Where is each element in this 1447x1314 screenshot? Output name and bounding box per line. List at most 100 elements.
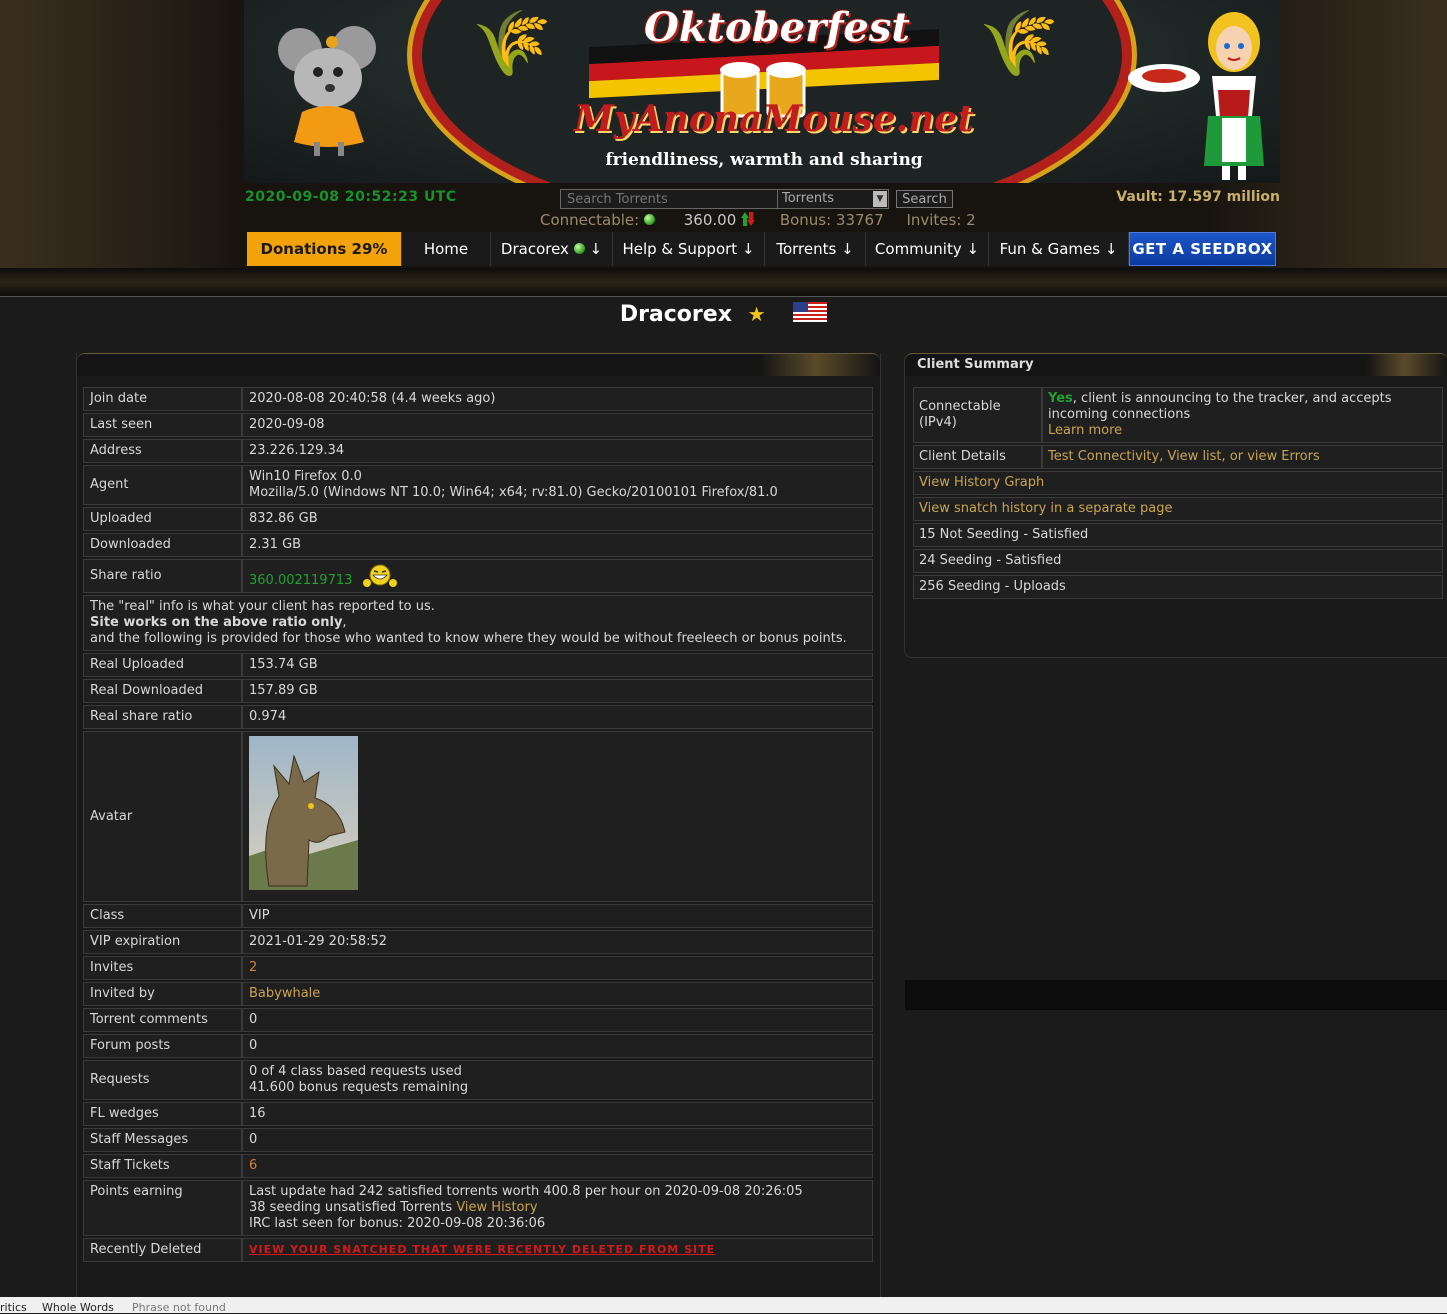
row-label: Points earning (83, 1180, 242, 1236)
real-info-note: The "real" info is what your client has … (83, 595, 873, 651)
snatch-history-link[interactable]: View snatch history in a separate page (919, 501, 1173, 516)
row-label: Join date (83, 387, 242, 411)
table-row: Torrent comments 0 (83, 1008, 873, 1032)
table-row: 15 Not Seeding - Satisfied (913, 523, 1443, 547)
search-input[interactable] (560, 189, 778, 209)
profile-username: Dracorex (619, 302, 732, 327)
server-clock: 2020-09-08 20:52:23 UTC (245, 189, 457, 205)
nav-fun-games[interactable]: Fun & Games ↓ (989, 232, 1129, 266)
row-label: Agent (83, 465, 242, 505)
table-row: The "real" info is what your client has … (83, 595, 873, 651)
view-history-link[interactable]: View History (456, 1200, 537, 1215)
table-row: Recently Deleted View your snatched that … (83, 1238, 873, 1262)
profile-info-table: Join date 2020-08-08 20:40:58 (4.4 weeks … (83, 385, 873, 1264)
panel-header (77, 353, 880, 376)
star-icon: ★ (747, 302, 766, 326)
note-bold: Site works on the above ratio only (90, 615, 343, 630)
row-value: Babywhale (242, 982, 873, 1006)
bonus-points[interactable]: Bonus: 33767 (780, 211, 884, 229)
uploads-summary[interactable]: 256 Seeding - Uploads (913, 575, 1443, 599)
learn-more-link[interactable]: Learn more (1048, 423, 1122, 438)
row-value: Last update had 242 satisfied torrents w… (242, 1180, 873, 1236)
site-tagline: friendliness, warmth and sharing (605, 150, 923, 170)
table-row: Address 23.226.129.34 (83, 439, 873, 463)
seeding-summary[interactable]: 24 Seeding - Satisfied (913, 549, 1443, 573)
table-row: 24 Seeding - Satisfied (913, 549, 1443, 573)
points-unsatisfied-text: 38 seeding unsatisfied Torrents (249, 1200, 453, 1215)
row-value: 832.86 GB (242, 507, 873, 531)
row-label: VIP expiration (83, 930, 242, 954)
share-ratio-value: 360.002119713 (249, 573, 353, 588)
table-row: Points earning Last update had 242 satis… (83, 1180, 873, 1236)
client-details-link[interactable]: Test Connectivity, View list, or view Er… (1048, 449, 1320, 464)
row-label: Invited by (83, 982, 242, 1006)
table-row: Invited by Babywhale (83, 982, 873, 1006)
user-stat-line: Connectable: 360.00 Bonus: 33767 Invites… (540, 211, 976, 229)
table-row: Share ratio 360.002119713 (83, 559, 873, 593)
row-value: 0.974 (242, 705, 873, 729)
find-option-whole-words[interactable]: Whole Words (42, 1301, 114, 1314)
nav-torrents[interactable]: Torrents ↓ (765, 232, 866, 266)
table-row: VIP expiration 2021-01-29 20:58:52 (83, 930, 873, 954)
table-row: Agent Win10 Firefox 0.0 Mozilla/5.0 (Windo… (83, 465, 873, 505)
search-button[interactable]: Search (896, 190, 953, 208)
points-irc: IRC last seen for bonus: 2020-09-08 20:3… (249, 1216, 546, 1231)
table-row: Invites 2 (83, 956, 873, 980)
table-row: 256 Seeding - Uploads (913, 575, 1443, 599)
client-summary-table: Connectable (IPv4) Yes, client is announ… (913, 385, 1443, 601)
row-value: 2.31 GB (242, 533, 873, 557)
table-row: Staff Messages 0 (83, 1128, 873, 1152)
not-seeding-summary[interactable]: 15 Not Seeding - Satisfied (913, 523, 1443, 547)
invites-link[interactable]: 2 (249, 960, 257, 975)
vault-status[interactable]: Vault: 17.597 million (1060, 189, 1280, 205)
row-value: 2020-08-08 20:40:58 (4.4 weeks ago) (242, 387, 873, 411)
client-summary-title: Client Summary (917, 357, 1034, 372)
row-value: 0 (242, 1034, 873, 1058)
row-value: 0 of 4 class based requests used 41.600 b… (242, 1060, 873, 1100)
invites-count[interactable]: Invites: 2 (906, 211, 975, 229)
inviter-link[interactable]: Babywhale (249, 986, 320, 1001)
requests-bonus: 41.600 bonus requests remaining (249, 1080, 469, 1095)
table-row: Uploaded 832.86 GB (83, 507, 873, 531)
table-row: FL wedges 16 (83, 1102, 873, 1126)
client-summary-panel: Client Summary Connectable (IPv4) Yes, c… (904, 353, 1447, 1010)
find-option-diacritics[interactable]: ritics (0, 1301, 27, 1314)
site-banner[interactable]: 🌾 🌾 Oktoberfest MyAnonaMouse.net friendl… (244, 0, 1280, 183)
row-value: 16 (242, 1102, 873, 1126)
points-unsatisfied: 38 seeding unsatisfied Torrents View His… (249, 1200, 866, 1216)
get-seedbox-button[interactable]: GET A SEEDBOX (1129, 232, 1276, 266)
table-row: Avatar (83, 731, 873, 902)
note-line: and the following is provided for those … (90, 631, 847, 646)
staff-tickets-link[interactable]: 6 (249, 1158, 257, 1173)
table-row: Real share ratio 0.974 (83, 705, 873, 729)
nav-community[interactable]: Community ↓ (866, 232, 989, 266)
row-value: 0 (242, 1008, 873, 1032)
nav-donations[interactable]: Donations 29% (247, 232, 402, 266)
search-category-value: Torrents (782, 191, 834, 206)
row-value: 0 (242, 1128, 873, 1152)
row-value: 157.89 GB (242, 679, 873, 703)
connectable-yes: Yes (1048, 391, 1073, 406)
recently-deleted-link[interactable]: View your snatched that were recently de… (249, 1243, 715, 1256)
nav-help-support[interactable]: Help & Support ↓ (613, 232, 765, 266)
nav-username: Dracorex (500, 240, 569, 258)
row-value: Win10 Firefox 0.0 Mozilla/5.0 (Windows NT… (242, 465, 873, 505)
history-graph-link[interactable]: View History Graph (919, 475, 1044, 490)
nav-home[interactable]: Home (402, 232, 491, 266)
search-category-select[interactable]: Torrents ▼ (777, 189, 889, 209)
nav-underbar (0, 268, 1447, 296)
avatar[interactable] (249, 736, 358, 890)
row-value: 360.002119713 (242, 559, 873, 593)
connectable-label: Connectable: (540, 211, 640, 229)
find-status: Phrase not found (132, 1301, 226, 1314)
table-row: Connectable (IPv4) Yes, client is announ… (913, 387, 1443, 443)
row-value: VIP (242, 904, 873, 928)
row-label: FL wedges (83, 1102, 242, 1126)
row-label: Real Downloaded (83, 679, 242, 703)
row-label: Invites (83, 956, 242, 980)
wheat-icon: 🌾 (472, 7, 552, 81)
nav-user-menu[interactable]: Dracorex ↓ (491, 232, 613, 266)
agent-name: Win10 Firefox 0.0 (249, 469, 362, 484)
table-row: Real Uploaded 153.74 GB (83, 653, 873, 677)
row-value: View History Graph (913, 471, 1443, 495)
